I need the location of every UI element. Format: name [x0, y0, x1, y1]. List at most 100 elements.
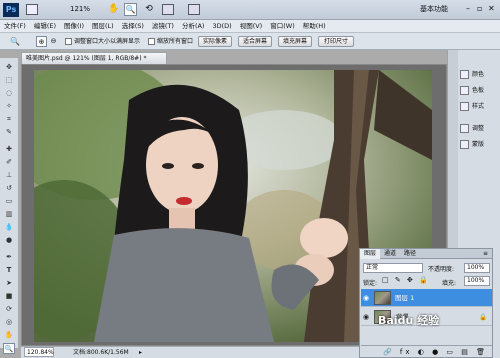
arrange-icon[interactable] [162, 4, 174, 15]
path-selection-icon[interactable]: ➤ [3, 278, 15, 289]
fill-label: 填充: [442, 280, 457, 287]
zoom-status[interactable]: 120.84% [24, 347, 54, 357]
layer-name: 图层 1 [395, 294, 415, 302]
zoom-all-label: 缩放所有窗口 [157, 38, 194, 45]
zoom-in-icon[interactable]: ⊕ [36, 36, 47, 47]
healing-brush-icon[interactable]: ✚ [3, 144, 15, 155]
tab-paths[interactable]: 路径 [400, 249, 420, 259]
restore-icon[interactable]: ▫ [477, 4, 486, 14]
resize-windows-label: 调整窗口大小以满屏显示 [74, 38, 141, 45]
layers-footer: 🔗 fx ◐ ● ▭ ▤ 🗑 [361, 345, 492, 357]
rotate-icon[interactable]: ⟲ [143, 3, 155, 16]
pen-tool-icon[interactable]: ✒ [3, 252, 15, 263]
move-tool-icon[interactable]: ✥ [3, 62, 15, 73]
blend-mode-select[interactable]: 正常 [363, 263, 423, 273]
visibility-eye-icon[interactable]: ◉ [363, 294, 372, 302]
panel-menu-icon[interactable]: ≡ [479, 249, 492, 259]
status-arrow-icon[interactable]: ▸ [139, 347, 142, 358]
brush-tool-icon[interactable]: ✐ [3, 157, 15, 168]
tools-panel: ✥ ⬚ ◌ ✧ ⌗ ✎ ✚ ✐ ⊥ ↺ ▭ ▥ 💧 ● ✒ T ➤ ■ ⟳ ◎ … [0, 58, 19, 354]
opacity-input[interactable]: 100% [464, 263, 490, 273]
print-size-button[interactable]: 打印尺寸 [318, 36, 354, 47]
zoom-tool-icon[interactable]: 🔍 [124, 3, 137, 16]
clone-stamp-icon[interactable]: ⊥ [3, 170, 15, 181]
zoom-level-dropdown[interactable]: 121% [70, 4, 100, 15]
hand-tool-icon[interactable]: ✋ [3, 330, 15, 341]
menu-item-4[interactable]: 选择(S) [118, 20, 148, 33]
swatches-icon [460, 86, 469, 95]
screen-mode-icon[interactable] [188, 4, 200, 15]
dodge-tool-icon[interactable]: ● [3, 235, 15, 246]
layer-row-layer1[interactable]: ◉ 图层 1 [361, 289, 492, 307]
lock-label: 锁定: [363, 280, 378, 287]
zoom-options-icon[interactable]: 🔍 [10, 36, 22, 47]
fill-screen-button[interactable]: 填充屏幕 [278, 36, 312, 47]
panel-swatches[interactable]: 色板 [460, 84, 500, 98]
tab-layers[interactable]: 图层 [360, 249, 381, 259]
lasso-tool-icon[interactable]: ◌ [3, 88, 15, 99]
3d-orbit-icon[interactable]: ◎ [3, 317, 15, 328]
panel-color[interactable]: 颜色 [460, 68, 500, 82]
resize-windows-checkbox[interactable] [65, 38, 72, 45]
watermark: Baidu 经验 [378, 314, 440, 327]
minimize-icon[interactable]: – [466, 4, 475, 14]
menu-item-5[interactable]: 滤镜(T) [148, 20, 178, 33]
layer-thumbnail [374, 291, 391, 305]
panel-styles-label: 样式 [472, 103, 485, 110]
hand-icon[interactable]: ✋ [108, 3, 120, 16]
zoom-all-checkbox[interactable] [148, 38, 155, 45]
fit-screen-button[interactable]: 适合屏幕 [238, 36, 272, 47]
tab-channels[interactable]: 通道 [380, 249, 400, 259]
type-tool-icon[interactable]: T [3, 265, 15, 276]
menu-item-8[interactable]: 视图(V) [236, 20, 267, 33]
menu-item-6[interactable]: 分析(A) [178, 20, 209, 33]
menu-bar: 文件(F) 编辑(E) 图像(I) 图层(L) 选择(S) 滤镜(T) 分析(A) 3D(D)… [0, 20, 500, 33]
app-titlebar: Ps 121% ✋ 🔍 ⟲ 基本功能 – ▫ ✕ [0, 0, 500, 20]
panel-styles[interactable]: 样式 [460, 100, 500, 114]
menu-item-9[interactable]: 窗口(W) [266, 20, 299, 33]
actual-pixels-button[interactable]: 实际像素 [198, 36, 232, 47]
crop-tool-icon[interactable]: ⌗ [3, 114, 15, 125]
panel-masks[interactable]: 蒙版 [460, 138, 500, 152]
blur-tool-icon[interactable]: 💧 [3, 222, 15, 233]
panel-swatches-label: 色板 [472, 87, 485, 94]
color-icon [460, 70, 469, 79]
document-size[interactable]: 文档:800.6K/1.56M [73, 347, 129, 358]
menu-item-0[interactable]: 文件(F) [0, 20, 30, 33]
adjustments-icon [460, 124, 469, 133]
options-bar: 🔍 ⊕ ⊖ 调整窗口大小以满屏显示 缩放所有窗口 实际像素 适合屏幕 填充屏幕 … [0, 33, 500, 50]
ps-logo: Ps [3, 3, 19, 17]
menu-item-1[interactable]: 编辑(E) [30, 20, 60, 33]
panel-color-label: 颜色 [472, 71, 485, 78]
lock-icon: 🔒 [479, 313, 488, 321]
visibility-eye-icon[interactable]: ◉ [363, 313, 372, 321]
opacity-label: 不透明度: [428, 266, 455, 273]
magic-wand-icon[interactable]: ✧ [3, 101, 15, 112]
workspace-switcher[interactable]: 基本功能 [420, 4, 460, 15]
zoom-out-icon[interactable]: ⊖ [48, 36, 59, 47]
styles-icon [460, 102, 469, 111]
layers-panel-tabs: 图层 通道 路径 ≡ [360, 249, 492, 259]
eyedropper-icon[interactable]: ✎ [3, 127, 15, 138]
history-brush-icon[interactable]: ↺ [3, 183, 15, 194]
marquee-tool-icon[interactable]: ⬚ [3, 75, 15, 86]
shape-tool-icon[interactable]: ■ [3, 291, 15, 302]
close-icon[interactable]: ✕ [488, 4, 497, 14]
layers-panel: 图层 通道 路径 ≡ 正常 不透明度: 100% 锁定: □ ✎ ✥ 🔒 填充: 1… [359, 248, 493, 358]
zoom-tool-selected-icon[interactable]: 🔍 [3, 343, 15, 354]
masks-icon [460, 140, 469, 149]
panel-adjustments-label: 调整 [472, 125, 485, 132]
eraser-tool-icon[interactable]: ▭ [3, 196, 15, 207]
menu-item-3[interactable]: 图层(L) [88, 20, 118, 33]
fill-input[interactable]: 100% [464, 276, 490, 286]
panel-masks-label: 蒙版 [472, 141, 485, 148]
document-tab[interactable]: 唯美图片.psd @ 121% (图层 1, RGB/8#) * [21, 52, 167, 64]
menu-item-10[interactable]: 帮助(H) [299, 20, 330, 33]
layout-icon[interactable] [26, 4, 38, 15]
menu-item-2[interactable]: 图像(I) [60, 20, 88, 33]
gradient-tool-icon[interactable]: ▥ [3, 209, 15, 220]
menu-item-7[interactable]: 3D(D) [208, 20, 235, 33]
3d-rotate-icon[interactable]: ⟳ [3, 304, 15, 315]
lock-icons[interactable]: □ ✎ ✥ 🔒 [382, 276, 430, 284]
panel-adjustments[interactable]: 调整 [460, 122, 500, 136]
